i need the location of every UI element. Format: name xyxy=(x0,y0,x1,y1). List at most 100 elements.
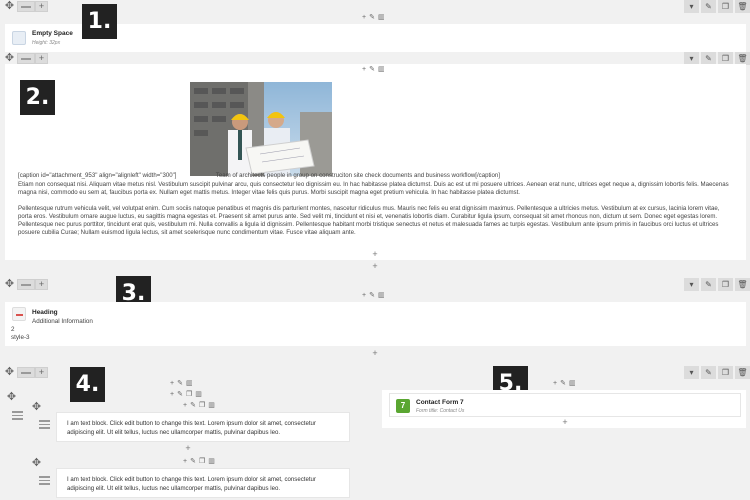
trash-icon[interactable]: ▥ xyxy=(378,14,385,22)
empty-space-icon xyxy=(12,31,26,45)
add-column-button[interactable]: + xyxy=(35,367,48,378)
column-tools: + ✎ ▥ xyxy=(362,292,385,300)
plus-icon[interactable]: + xyxy=(170,391,174,399)
add-column-button[interactable]: + xyxy=(35,1,48,12)
element-title: Heading xyxy=(32,309,58,316)
plus-icon[interactable]: + xyxy=(183,458,187,466)
row-tools: ▾ ✎ ❐ 🗑 xyxy=(684,278,750,291)
copy-icon[interactable]: ❐ xyxy=(199,402,205,410)
copy-icon[interactable]: ❐ xyxy=(718,366,733,379)
caption-line: [caption id="attachment_953" align="alig… xyxy=(18,172,738,180)
architects-photo xyxy=(190,82,332,176)
add-column-button[interactable]: + xyxy=(35,53,48,64)
pencil-icon[interactable]: ✎ xyxy=(369,66,375,74)
trash-icon[interactable]: 🗑 xyxy=(735,0,750,13)
copy-icon[interactable]: ❐ xyxy=(718,0,733,13)
move-icon[interactable]: ✥ xyxy=(31,458,42,469)
photo-image xyxy=(190,82,332,176)
row-tools: ▾ ✎ ❐ 🗑 xyxy=(684,366,750,379)
row-tools: ▾ ✎ ❐ 🗑 xyxy=(684,0,750,13)
copy-icon[interactable]: ❐ xyxy=(186,391,192,399)
trash-icon[interactable]: 🗑 xyxy=(735,278,750,291)
move-icon[interactable]: ✥ xyxy=(4,1,15,12)
step-badge: 2. xyxy=(20,80,55,115)
row-layout-button[interactable] xyxy=(17,279,35,290)
column-tools: + ✎ ▥ xyxy=(362,14,385,22)
move-icon[interactable]: ✥ xyxy=(4,279,15,290)
text-block-2[interactable]: I am text block. Click edit button to ch… xyxy=(56,468,350,498)
trash-icon[interactable]: ▥ xyxy=(186,380,193,388)
element-subtitle: Height: 32px xyxy=(32,40,61,46)
plus-icon[interactable]: + xyxy=(183,402,187,410)
row-layout-button[interactable] xyxy=(17,367,35,378)
trash-icon[interactable]: ▥ xyxy=(378,292,385,300)
pencil-icon[interactable]: ✎ xyxy=(701,0,716,13)
trash-icon[interactable]: ▥ xyxy=(195,391,202,399)
plus-icon[interactable]: + xyxy=(170,380,174,388)
caption-text: Team of architects people in group on co… xyxy=(215,172,500,179)
caret-down-icon[interactable]: ▾ xyxy=(684,278,699,291)
body-paragraph-1: Etiam non consequat nisi. Aliquam vitae … xyxy=(18,181,729,196)
pencil-icon[interactable]: ✎ xyxy=(560,380,566,388)
copy-icon[interactable]: ❐ xyxy=(718,278,733,291)
plus-icon[interactable]: + xyxy=(362,14,366,22)
pencil-icon[interactable]: ✎ xyxy=(701,278,716,291)
step-badge: 1. xyxy=(82,4,117,39)
element-tools: + ✎ ❐ ▥ xyxy=(183,402,215,410)
trash-icon[interactable]: 🗑 xyxy=(735,366,750,379)
heading-element[interactable]: Heading Additional Information 2 style-3 xyxy=(5,302,746,346)
text-block-content: I am text block. Click edit button to ch… xyxy=(67,476,316,492)
drag-handle-icon[interactable] xyxy=(12,411,23,420)
body-paragraph-2: Pellentesque rutrum vehicula velit, vel … xyxy=(18,205,720,236)
row-controls-3: ✥ + ▾ ✎ ❐ 🗑 xyxy=(0,278,750,292)
row-layout-controls: + xyxy=(17,279,48,290)
contact-form-element[interactable]: 7 Contact Form 7 Form title: Contact Us xyxy=(389,393,741,417)
text-block-content: I am text block. Click edit button to ch… xyxy=(67,420,316,436)
pencil-icon[interactable]: ✎ xyxy=(190,458,196,466)
column-tools: + ✎ ▥ xyxy=(553,380,576,388)
drag-handle-icon[interactable] xyxy=(39,420,50,429)
pencil-icon[interactable]: ✎ xyxy=(369,14,375,22)
row-layout-controls: + xyxy=(17,53,48,64)
pencil-icon[interactable]: ✎ xyxy=(177,391,183,399)
plus-icon[interactable]: + xyxy=(370,250,380,259)
contact-form-panel: 7 Contact Form 7 Form title: Contact Us … xyxy=(382,390,746,428)
pencil-icon[interactable]: ✎ xyxy=(190,402,196,410)
pencil-icon[interactable]: ✎ xyxy=(701,366,716,379)
row-layout-controls: + xyxy=(17,1,48,12)
move-icon[interactable]: ✥ xyxy=(4,367,15,378)
plus-icon[interactable]: + xyxy=(553,380,557,388)
plus-icon[interactable]: + xyxy=(362,66,366,74)
row-layout-button[interactable] xyxy=(17,53,35,64)
row-layout-button[interactable] xyxy=(17,1,35,12)
plus-icon[interactable]: + xyxy=(362,292,366,300)
caret-down-icon[interactable]: ▾ xyxy=(684,366,699,379)
inner-row-tools: + ✎ ❐ ▥ xyxy=(170,391,202,399)
move-icon[interactable]: ✥ xyxy=(6,392,17,403)
text-block-1[interactable]: I am text block. Click edit button to ch… xyxy=(56,412,350,442)
trash-icon[interactable]: ▥ xyxy=(208,402,215,410)
trash-icon[interactable]: ▥ xyxy=(378,66,385,74)
move-icon[interactable]: ✥ xyxy=(31,402,42,413)
column-tools: + ✎ ▥ xyxy=(170,380,193,388)
element-subtitle: Additional Information xyxy=(32,318,93,325)
drag-handle-icon[interactable] xyxy=(39,476,50,485)
element-tools: + ✎ ❐ ▥ xyxy=(183,458,215,466)
trash-icon[interactable]: ▥ xyxy=(569,380,576,388)
trash-icon[interactable]: ▥ xyxy=(208,458,215,466)
caret-down-icon[interactable]: ▾ xyxy=(684,0,699,13)
pencil-icon[interactable]: ✎ xyxy=(369,292,375,300)
contact-form-icon: 7 xyxy=(396,399,410,413)
pencil-icon[interactable]: ✎ xyxy=(177,380,183,388)
move-icon[interactable]: ✥ xyxy=(4,53,15,64)
plus-icon[interactable]: + xyxy=(370,262,380,271)
add-column-button[interactable]: + xyxy=(35,279,48,290)
plus-icon[interactable]: + xyxy=(560,418,570,427)
plus-icon[interactable]: + xyxy=(183,444,193,453)
step-badge: 4. xyxy=(70,367,105,402)
element-title: Empty Space xyxy=(32,30,73,37)
heading-level: 2 xyxy=(11,326,15,333)
copy-icon[interactable]: ❐ xyxy=(199,458,205,466)
plus-icon[interactable]: + xyxy=(370,349,380,358)
element-title: Contact Form 7 xyxy=(416,399,464,406)
